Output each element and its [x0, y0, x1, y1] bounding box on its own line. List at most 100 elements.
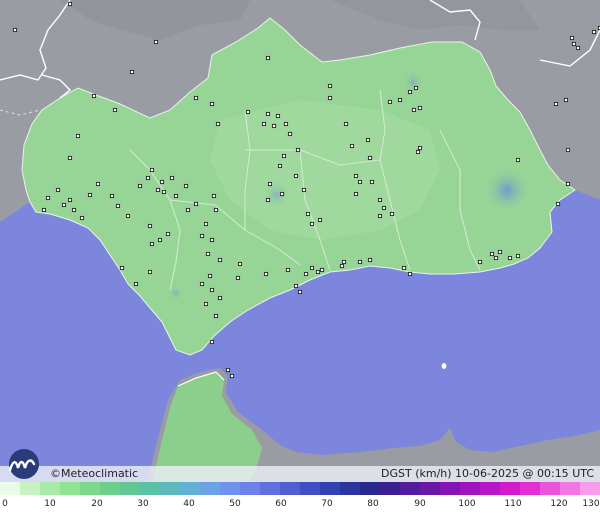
station-marker-icon[interactable]: [147, 269, 153, 275]
station-marker-icon[interactable]: [369, 179, 375, 185]
station-marker-icon[interactable]: [295, 147, 301, 153]
station-marker-icon[interactable]: [193, 95, 199, 101]
station-marker-icon[interactable]: [283, 121, 289, 127]
station-marker-icon[interactable]: [515, 157, 521, 163]
station-marker-icon[interactable]: [45, 195, 51, 201]
station-marker-icon[interactable]: [271, 123, 277, 129]
station-marker-icon[interactable]: [109, 193, 115, 199]
station-marker-icon[interactable]: [215, 121, 221, 127]
station-marker-icon[interactable]: [67, 1, 73, 7]
station-marker-icon[interactable]: [211, 193, 217, 199]
station-marker-icon[interactable]: [235, 275, 241, 281]
station-marker-icon[interactable]: [261, 121, 267, 127]
station-marker-icon[interactable]: [281, 153, 287, 159]
station-marker-icon[interactable]: [387, 99, 393, 105]
station-marker-icon[interactable]: [149, 241, 155, 247]
station-marker-icon[interactable]: [137, 183, 143, 189]
station-marker-icon[interactable]: [555, 201, 561, 207]
station-marker-icon[interactable]: [553, 101, 559, 107]
station-marker-icon[interactable]: [153, 39, 159, 45]
station-marker-icon[interactable]: [217, 295, 223, 301]
station-marker-icon[interactable]: [209, 287, 215, 293]
station-marker-icon[interactable]: [565, 147, 571, 153]
station-marker-icon[interactable]: [477, 259, 483, 265]
station-marker-icon[interactable]: [277, 163, 283, 169]
station-marker-icon[interactable]: [193, 201, 199, 207]
station-marker-icon[interactable]: [327, 95, 333, 101]
station-marker-icon[interactable]: [357, 259, 363, 265]
station-marker-icon[interactable]: [115, 203, 121, 209]
station-marker-icon[interactable]: [381, 205, 387, 211]
station-marker-icon[interactable]: [67, 155, 73, 161]
station-marker-icon[interactable]: [12, 27, 18, 33]
station-marker-icon[interactable]: [209, 339, 215, 345]
station-marker-icon[interactable]: [309, 221, 315, 227]
station-marker-icon[interactable]: [133, 281, 139, 287]
station-marker-icon[interactable]: [317, 217, 323, 223]
station-marker-icon[interactable]: [183, 183, 189, 189]
station-marker-icon[interactable]: [129, 69, 135, 75]
station-marker-icon[interactable]: [397, 97, 403, 103]
station-marker-icon[interactable]: [75, 133, 81, 139]
station-marker-icon[interactable]: [203, 301, 209, 307]
station-marker-icon[interactable]: [287, 131, 293, 137]
station-marker-icon[interactable]: [407, 89, 413, 95]
station-marker-icon[interactable]: [401, 265, 407, 271]
station-marker-icon[interactable]: [263, 271, 269, 277]
station-marker-icon[interactable]: [367, 155, 373, 161]
station-marker-icon[interactable]: [507, 255, 513, 261]
station-marker-icon[interactable]: [213, 207, 219, 213]
station-marker-icon[interactable]: [365, 137, 371, 143]
station-marker-icon[interactable]: [213, 313, 219, 319]
station-marker-icon[interactable]: [315, 269, 321, 275]
station-marker-icon[interactable]: [303, 271, 309, 277]
station-marker-icon[interactable]: [267, 181, 273, 187]
station-marker-icon[interactable]: [209, 237, 215, 243]
station-marker-icon[interactable]: [265, 111, 271, 117]
station-marker-icon[interactable]: [55, 187, 61, 193]
station-marker-icon[interactable]: [493, 255, 499, 261]
station-marker-icon[interactable]: [417, 105, 423, 111]
station-marker-icon[interactable]: [41, 207, 47, 213]
station-marker-icon[interactable]: [353, 173, 359, 179]
station-marker-icon[interactable]: [199, 233, 205, 239]
station-marker-icon[interactable]: [159, 179, 165, 185]
station-marker-icon[interactable]: [87, 192, 93, 198]
station-marker-icon[interactable]: [489, 251, 495, 257]
station-marker-icon[interactable]: [112, 107, 118, 113]
station-marker-icon[interactable]: [293, 283, 299, 289]
station-marker-icon[interactable]: [207, 273, 213, 279]
station-marker-icon[interactable]: [515, 253, 521, 259]
station-marker-icon[interactable]: [389, 211, 395, 217]
station-marker-icon[interactable]: [265, 197, 271, 203]
station-marker-icon[interactable]: [319, 267, 325, 273]
station-marker-icon[interactable]: [161, 189, 167, 195]
station-marker-icon[interactable]: [571, 41, 577, 47]
station-marker-icon[interactable]: [563, 97, 569, 103]
station-marker-icon[interactable]: [575, 45, 581, 51]
station-marker-icon[interactable]: [305, 211, 311, 217]
station-marker-icon[interactable]: [119, 265, 125, 271]
station-marker-icon[interactable]: [169, 175, 175, 181]
station-marker-icon[interactable]: [339, 263, 345, 269]
station-marker-icon[interactable]: [79, 215, 85, 221]
station-marker-icon[interactable]: [157, 237, 163, 243]
station-marker-icon[interactable]: [327, 83, 333, 89]
station-marker-icon[interactable]: [149, 167, 155, 173]
station-marker-icon[interactable]: [71, 207, 77, 213]
station-marker-icon[interactable]: [147, 223, 153, 229]
station-marker-icon[interactable]: [125, 213, 131, 219]
station-marker-icon[interactable]: [297, 289, 303, 295]
station-marker-icon[interactable]: [285, 267, 291, 273]
station-marker-icon[interactable]: [349, 143, 355, 149]
station-marker-icon[interactable]: [301, 187, 307, 193]
station-marker-icon[interactable]: [565, 181, 571, 187]
station-marker-icon[interactable]: [415, 149, 421, 155]
station-marker-icon[interactable]: [95, 181, 101, 187]
station-marker-icon[interactable]: [497, 249, 503, 255]
station-marker-icon[interactable]: [173, 193, 179, 199]
station-marker-icon[interactable]: [61, 202, 67, 208]
station-marker-icon[interactable]: [265, 55, 271, 61]
station-marker-icon[interactable]: [411, 107, 417, 113]
station-marker-icon[interactable]: [145, 175, 151, 181]
